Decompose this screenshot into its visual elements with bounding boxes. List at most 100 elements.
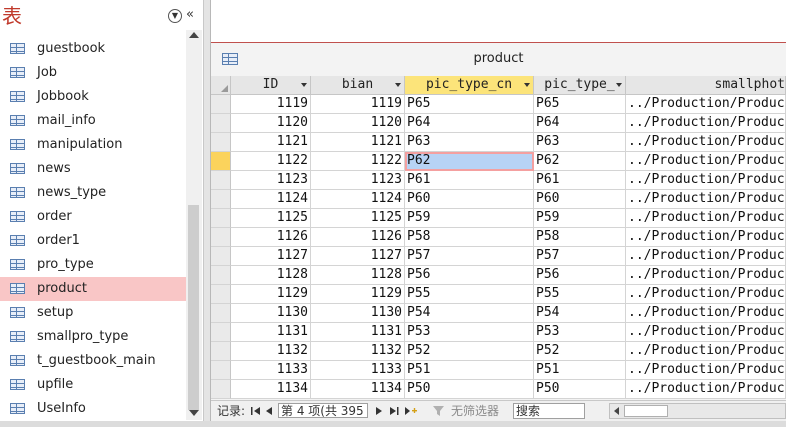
cell-id[interactable]: 1123 [231, 171, 311, 190]
scroll-down-icon[interactable] [189, 410, 199, 416]
scroll-thumb[interactable] [188, 205, 199, 410]
scroll-left-icon[interactable] [614, 407, 619, 415]
cell-t[interactable]: P53 [534, 323, 626, 342]
cell-t[interactable]: P58 [534, 228, 626, 247]
cell-bian[interactable]: 1124 [311, 190, 405, 209]
cell-cn[interactable]: P57 [405, 247, 534, 266]
next-record-icon[interactable] [375, 406, 383, 416]
chevron-down-icon[interactable]: ▼ [168, 9, 182, 23]
cell-path[interactable]: ../Production/Produc [626, 171, 786, 190]
cell-t[interactable]: P54 [534, 304, 626, 323]
record-selector[interactable] [211, 304, 231, 323]
cell-path[interactable]: ../Production/Produc [626, 114, 786, 133]
nav-item-product[interactable]: product [0, 277, 186, 301]
chevron-down-icon[interactable] [395, 83, 401, 87]
nav-item-mail-info[interactable]: mail_info [0, 109, 186, 133]
cell-path[interactable]: ../Production/Produc [626, 190, 786, 209]
cell-t[interactable]: P63 [534, 133, 626, 152]
cell-path[interactable]: ../Production/Produc [626, 95, 786, 114]
cell-cn[interactable]: P62 [405, 152, 534, 171]
chevron-down-icon[interactable] [301, 83, 307, 87]
cell-bian[interactable]: 1134 [311, 380, 405, 399]
scroll-up-icon[interactable] [189, 32, 199, 38]
cell-path[interactable]: ../Production/Produc [626, 323, 786, 342]
nav-item-order[interactable]: order [0, 205, 186, 229]
cell-path[interactable]: ../Production/Produc [626, 247, 786, 266]
cell-bian[interactable]: 1119 [311, 95, 405, 114]
select-all-corner[interactable] [211, 76, 231, 95]
nav-item-upfile[interactable]: upfile [0, 373, 186, 397]
cell-cn[interactable]: P60 [405, 190, 534, 209]
record-selector[interactable] [211, 171, 231, 190]
cell-bian[interactable]: 1122 [311, 152, 405, 171]
record-selector[interactable] [211, 114, 231, 133]
cell-path[interactable]: ../Production/Produc [626, 266, 786, 285]
record-selector[interactable] [211, 95, 231, 114]
cell-id[interactable]: 1120 [231, 114, 311, 133]
table-row[interactable]: 1126 1126 P58 P58 ../Production/Produc [211, 228, 786, 247]
record-selector[interactable] [211, 342, 231, 361]
table-row[interactable]: 1120 1120 P64 P64 ../Production/Produc [211, 114, 786, 133]
cell-bian[interactable]: 1129 [311, 285, 405, 304]
cell-cn[interactable]: P53 [405, 323, 534, 342]
table-row[interactable]: 1131 1131 P53 P53 ../Production/Produc [211, 323, 786, 342]
cell-path[interactable]: ../Production/Produc [626, 209, 786, 228]
cell-bian[interactable]: 1126 [311, 228, 405, 247]
first-record-icon[interactable] [251, 406, 261, 416]
cell-id[interactable]: 1124 [231, 190, 311, 209]
cell-path[interactable]: ../Production/Produc [626, 228, 786, 247]
cell-cn[interactable]: P55 [405, 285, 534, 304]
cell-cn[interactable]: P65 [405, 95, 534, 114]
cell-t[interactable]: P62 [534, 152, 626, 171]
cell-cn[interactable]: P52 [405, 342, 534, 361]
cell-bian[interactable]: 1121 [311, 133, 405, 152]
cell-t[interactable]: P61 [534, 171, 626, 190]
cell-t[interactable]: P55 [534, 285, 626, 304]
cell-bian[interactable]: 1130 [311, 304, 405, 323]
cell-id[interactable]: 1126 [231, 228, 311, 247]
cell-cn[interactable]: P58 [405, 228, 534, 247]
cell-path[interactable]: ../Production/Produc [626, 285, 786, 304]
cell-path[interactable]: ../Production/Produc [626, 133, 786, 152]
cell-id[interactable]: 1129 [231, 285, 311, 304]
cell-path[interactable]: ../Production/Produc [626, 361, 786, 380]
table-row[interactable]: 1130 1130 P54 P54 ../Production/Produc [211, 304, 786, 323]
chevron-down-icon[interactable] [524, 83, 530, 87]
filter-status[interactable]: 无筛选器 [451, 401, 499, 421]
cell-path[interactable]: ../Production/Produc [626, 152, 786, 171]
cell-path[interactable]: ../Production/Produc [626, 304, 786, 323]
cell-bian[interactable]: 1128 [311, 266, 405, 285]
cell-cn[interactable]: P54 [405, 304, 534, 323]
record-selector[interactable] [211, 209, 231, 228]
cell-t[interactable]: P57 [534, 247, 626, 266]
cell-bian[interactable]: 1120 [311, 114, 405, 133]
column-header-bian[interactable]: bian [311, 76, 405, 95]
cell-cn[interactable]: P64 [405, 114, 534, 133]
nav-item-smallpro-type[interactable]: smallpro_type [0, 325, 186, 349]
record-selector[interactable] [211, 190, 231, 209]
record-selector[interactable] [211, 323, 231, 342]
cell-cn[interactable]: P50 [405, 380, 534, 399]
nav-item-jobbook[interactable]: Jobbook [0, 85, 186, 109]
column-header-id[interactable]: ID [231, 76, 311, 95]
table-row[interactable]: 1129 1129 P55 P55 ../Production/Produc [211, 285, 786, 304]
last-record-icon[interactable] [389, 406, 399, 416]
nav-scrollbar[interactable] [186, 30, 202, 420]
table-row[interactable]: 1134 1134 P50 P50 ../Production/Produc [211, 380, 786, 399]
cell-id[interactable]: 1128 [231, 266, 311, 285]
cell-id[interactable]: 1133 [231, 361, 311, 380]
table-row[interactable]: 1132 1132 P52 P52 ../Production/Produc [211, 342, 786, 361]
cell-bian[interactable]: 1123 [311, 171, 405, 190]
cell-cn[interactable]: P56 [405, 266, 534, 285]
cell-bian[interactable]: 1125 [311, 209, 405, 228]
cell-t[interactable]: P60 [534, 190, 626, 209]
cell-t[interactable]: P56 [534, 266, 626, 285]
cell-id[interactable]: 1130 [231, 304, 311, 323]
table-row[interactable]: 1128 1128 P56 P56 ../Production/Produc [211, 266, 786, 285]
record-selector[interactable] [211, 247, 231, 266]
cell-id[interactable]: 1121 [231, 133, 311, 152]
chevron-down-icon[interactable] [616, 83, 622, 87]
table-row[interactable]: 1122 1122 P62 P62 ../Production/Produc [211, 152, 786, 171]
cell-id[interactable]: 1127 [231, 247, 311, 266]
table-row[interactable]: 1133 1133 P51 P51 ../Production/Produc [211, 361, 786, 380]
